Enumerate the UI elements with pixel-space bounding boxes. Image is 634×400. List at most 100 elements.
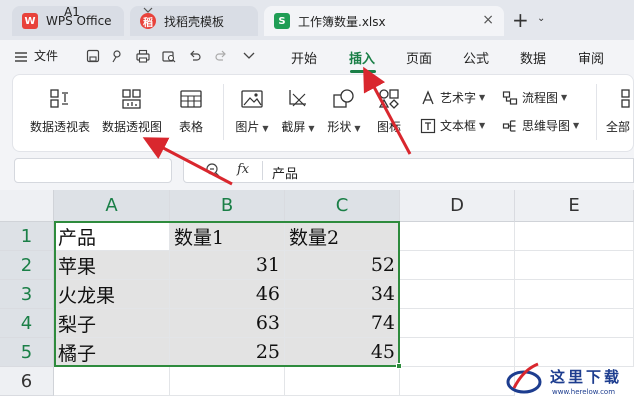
tab-workbook[interactable]: S 工作簿数量.xlsx ×	[264, 6, 504, 36]
watermark-title: 这里下载	[550, 368, 623, 386]
cell-c6[interactable]	[285, 367, 400, 396]
cell-d3[interactable]	[400, 280, 515, 309]
screenshot-label: 截屏	[281, 120, 306, 134]
cell-b5[interactable]: 25	[170, 338, 285, 367]
formula-bar[interactable]	[183, 158, 634, 183]
file-menu[interactable]: 文件	[34, 47, 58, 64]
grid-icon	[621, 89, 630, 108]
chevron-down-icon[interactable]	[143, 7, 153, 17]
fill-handle[interactable]	[396, 363, 402, 369]
chevron-down-icon: ▼	[308, 124, 315, 133]
menu-insert-underline	[350, 70, 376, 73]
cell-b4[interactable]: 63	[170, 309, 285, 338]
cell-a5[interactable]: 橘子	[54, 338, 170, 367]
new-tab-button[interactable]: +	[512, 8, 529, 32]
cell-b6[interactable]	[170, 367, 285, 396]
cell-c2[interactable]: 52	[285, 251, 400, 280]
icon-label: 图标	[376, 120, 401, 134]
row-header-5[interactable]: 5	[0, 338, 54, 367]
print-preview-icon[interactable]	[160, 47, 178, 65]
cell-d5[interactable]	[400, 338, 515, 367]
menu-formula[interactable]: 公式	[463, 48, 489, 67]
row-header-4[interactable]: 4	[0, 309, 54, 338]
textbox-icon	[420, 118, 436, 134]
cell-a6[interactable]	[54, 367, 170, 396]
chevron-down-icon: ▼	[479, 93, 486, 102]
select-all-corner[interactable]	[0, 190, 54, 222]
all-label: 全部	[606, 120, 631, 134]
cell-d6[interactable]	[400, 367, 515, 396]
row-header-6[interactable]: 6	[0, 367, 54, 396]
row-header-1[interactable]: 1	[0, 222, 54, 251]
cell-d4[interactable]	[400, 309, 515, 338]
menu-data[interactable]: 数据	[520, 48, 546, 67]
cell-c5[interactable]: 45	[285, 338, 400, 367]
cell-b3[interactable]: 46	[170, 280, 285, 309]
pivot-chart-button[interactable]: 数据透视图	[100, 86, 164, 135]
wordart-button[interactable]: 艺术字 ▼	[420, 89, 485, 106]
cell-e4[interactable]	[515, 309, 634, 338]
shape-icon	[333, 89, 354, 108]
cell-a4[interactable]: 梨子	[54, 309, 170, 338]
spreadsheet-logo-icon: S	[274, 13, 290, 29]
hamburger-icon[interactable]	[12, 48, 30, 66]
wordart-icon	[420, 89, 436, 106]
cell-c1[interactable]: 数量2	[285, 222, 400, 251]
pivot-table-label: 数据透视表	[29, 120, 90, 134]
row-header-3[interactable]: 3	[0, 280, 54, 309]
cell-a3[interactable]: 火龙果	[54, 280, 170, 309]
function-icon[interactable]: fx	[237, 162, 249, 177]
screenshot-button[interactable]: 截屏 ▼	[278, 86, 318, 135]
textbox-button[interactable]: 文本框 ▼	[420, 117, 485, 134]
customize-chevron-icon[interactable]	[240, 47, 258, 65]
cell-d1[interactable]	[400, 222, 515, 251]
undo-icon[interactable]	[186, 47, 204, 65]
save-icon[interactable]	[84, 47, 102, 65]
formula-divider	[262, 161, 263, 180]
cell-c3[interactable]: 34	[285, 280, 400, 309]
column-header-a[interactable]: A	[54, 190, 170, 222]
zoom-icon[interactable]	[205, 162, 221, 178]
cell-b1[interactable]: 数量1	[170, 222, 285, 251]
cell-b2[interactable]: 31	[170, 251, 285, 280]
tab-label: 工作簿数量.xlsx	[298, 14, 386, 29]
name-box[interactable]	[14, 158, 172, 183]
scissors-icon	[289, 90, 306, 107]
cell-a1[interactable]: 产品	[54, 222, 170, 251]
shape-button[interactable]: 形状 ▼	[324, 86, 364, 135]
column-header-c[interactable]: C	[285, 190, 400, 222]
picture-button[interactable]: 图片 ▼	[232, 86, 272, 135]
cell-d2[interactable]	[400, 251, 515, 280]
flowchart-label: 流程图	[522, 91, 559, 105]
formula-input[interactable]: 产品	[272, 163, 298, 182]
chevron-down-icon[interactable]: ⌄	[537, 13, 545, 24]
menu-page[interactable]: 页面	[406, 48, 432, 67]
menu-review[interactable]: 审阅	[578, 48, 604, 67]
cell-c4[interactable]: 74	[285, 309, 400, 338]
watermark-url: www.herelow.com	[552, 388, 616, 396]
cell-e2[interactable]	[515, 251, 634, 280]
row-header-2[interactable]: 2	[0, 251, 54, 280]
column-header-b[interactable]: B	[170, 190, 285, 222]
print-icon[interactable]	[134, 47, 152, 65]
column-header-d[interactable]: D	[400, 190, 515, 222]
share-icon[interactable]	[108, 47, 126, 65]
cell-e1[interactable]	[515, 222, 634, 251]
picture-icon	[241, 90, 263, 108]
cell-e3[interactable]	[515, 280, 634, 309]
close-icon[interactable]: ×	[482, 12, 494, 28]
flowchart-button[interactable]: 流程图 ▼	[502, 89, 567, 106]
mindmap-button[interactable]: 思维导图 ▼	[502, 117, 579, 134]
menu-home[interactable]: 开始	[291, 48, 317, 67]
column-header-e[interactable]: E	[515, 190, 634, 222]
menu-insert[interactable]: 插入	[349, 48, 375, 67]
wordart-label: 艺术字	[440, 91, 477, 105]
tab-label: 找稻壳模板	[164, 14, 225, 29]
all-button[interactable]: 全部	[606, 86, 634, 135]
icon-button[interactable]: 图标	[372, 86, 406, 135]
cell-a2[interactable]: 苹果	[54, 251, 170, 280]
redo-icon[interactable]	[212, 47, 230, 65]
shape-label: 形状	[327, 120, 352, 134]
table-button[interactable]: 表格	[174, 86, 208, 135]
pivot-table-button[interactable]: 数据透视表	[28, 86, 92, 135]
